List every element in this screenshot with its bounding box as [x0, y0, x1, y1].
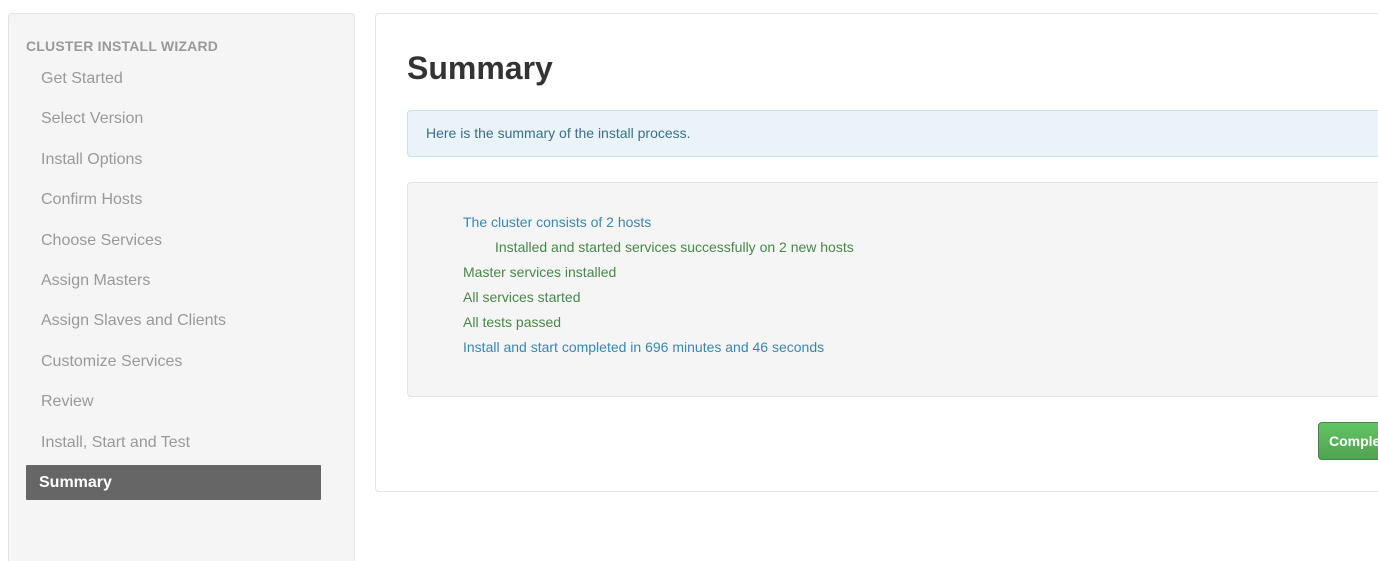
summary-hosts-count: The cluster consists of 2 hosts — [463, 214, 652, 230]
summary-services-started: All services started — [463, 289, 581, 305]
wizard-step-confirm-hosts[interactable]: Confirm Hosts — [26, 182, 321, 217]
page: CLUSTER INSTALL WIZARD Get Started Selec… — [0, 0, 1378, 561]
summary-tests-passed: All tests passed — [463, 314, 562, 330]
complete-button[interactable]: Complete — [1318, 422, 1378, 460]
page-title: Summary — [407, 50, 553, 86]
summary-services-on-hosts: Installed and started services successfu… — [495, 239, 854, 255]
wizard-step-review[interactable]: Review — [26, 384, 321, 419]
wizard-step-select-version[interactable]: Select Version — [26, 101, 321, 136]
wizard-step-install-start-test[interactable]: Install, Start and Test — [26, 425, 321, 460]
summary-list: The cluster consists of 2 hosts Installe… — [463, 210, 854, 360]
sidebar-header: CLUSTER INSTALL WIZARD — [26, 38, 219, 54]
summary-duration: Install and start completed in 696 minut… — [463, 339, 825, 355]
summary-master-services: Master services installed — [463, 264, 617, 280]
wizard-step-get-started[interactable]: Get Started — [26, 61, 321, 96]
wizard-step-choose-services[interactable]: Choose Services — [26, 223, 321, 258]
wizard-step-list: Get Started Select Version Install Optio… — [26, 61, 321, 505]
wizard-step-install-options[interactable]: Install Options — [26, 142, 321, 177]
info-alert: Here is the summary of the install proce… — [407, 110, 1378, 157]
wizard-step-summary[interactable]: Summary — [26, 464, 321, 500]
wizard-step-customize-services[interactable]: Customize Services — [26, 344, 321, 379]
wizard-step-assign-masters[interactable]: Assign Masters — [26, 263, 321, 298]
wizard-step-assign-slaves-clients[interactable]: Assign Slaves and Clients — [26, 303, 321, 338]
